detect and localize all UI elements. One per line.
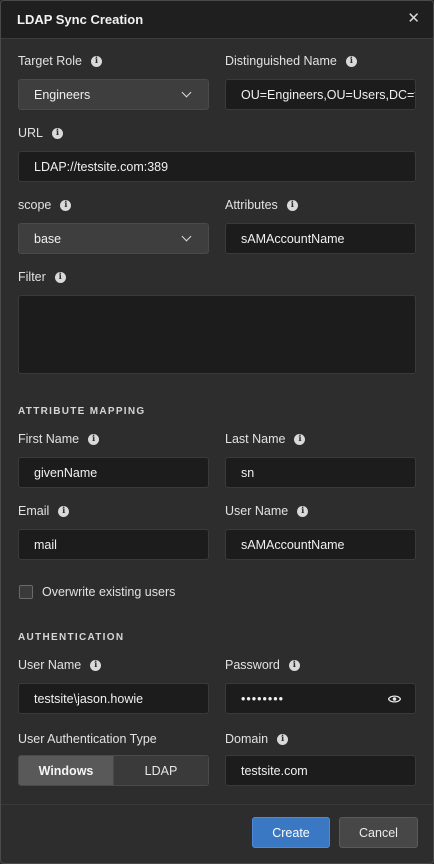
filter-label: Filter i	[18, 270, 66, 284]
eye-icon[interactable]	[388, 694, 401, 704]
footer-divider	[1, 804, 433, 805]
info-icon[interactable]: i	[277, 733, 289, 745]
mapping-user-name-input[interactable]: sAMAccountName	[225, 529, 416, 560]
distinguished-name-label: Distinguished Name i	[225, 54, 357, 68]
info-icon[interactable]: i	[286, 199, 298, 211]
attributes-label-text: Attributes	[225, 198, 278, 212]
distinguished-name-label-text: Distinguished Name	[225, 54, 337, 68]
scope-value: base	[34, 231, 62, 246]
info-icon[interactable]: i	[294, 433, 306, 445]
url-input[interactable]: LDAP://testsite.com:389	[18, 151, 416, 182]
email-input[interactable]: mail	[18, 529, 209, 560]
email-label-text: Email	[18, 504, 50, 518]
url-label-text: URL	[18, 126, 44, 140]
overwrite-row: Overwrite existing users	[19, 585, 175, 599]
filter-textarea[interactable]	[18, 295, 416, 374]
info-icon[interactable]: i	[52, 127, 64, 139]
attributes-input[interactable]: sAMAccountName	[225, 223, 416, 254]
last-name-input[interactable]: sn	[225, 457, 416, 488]
last-name-label: Last Name i	[225, 432, 306, 446]
url-label: URL i	[18, 126, 64, 140]
first-name-label-text: First Name	[18, 432, 80, 446]
info-icon[interactable]: i	[54, 271, 66, 283]
auth-type-label: User Authentication Type	[18, 732, 157, 746]
create-button[interactable]: Create	[252, 817, 330, 848]
last-name-label-text: Last Name	[225, 432, 286, 446]
info-icon[interactable]: i	[345, 55, 357, 67]
auth-user-name-input[interactable]: testsite\jason.howie	[18, 683, 209, 714]
auth-user-name-label-text: User Name	[18, 658, 82, 672]
cancel-button[interactable]: Cancel	[339, 817, 418, 848]
dialog-title: LDAP Sync Creation	[17, 12, 144, 27]
mapping-user-name-label: User Name i	[225, 504, 309, 518]
info-icon[interactable]: i	[90, 659, 102, 671]
domain-label-text: Domain	[225, 732, 269, 746]
first-name-label: First Name i	[18, 432, 100, 446]
info-icon[interactable]: i	[58, 505, 70, 517]
attribute-mapping-heading: ATTRIBUTE MAPPING	[18, 406, 146, 417]
info-icon[interactable]: i	[288, 659, 300, 671]
target-role-label-text: Target Role	[18, 54, 82, 68]
dialog-titlebar: LDAP Sync Creation ✕	[1, 1, 433, 39]
chevron-down-icon	[181, 87, 192, 98]
close-icon[interactable]: ✕	[407, 9, 420, 29]
password-label: Password i	[225, 658, 300, 672]
target-role-value: Engineers	[34, 87, 91, 102]
target-role-label: Target Role i	[18, 54, 102, 68]
overwrite-label: Overwrite existing users	[42, 585, 176, 599]
password-value: ••••••••	[241, 691, 285, 706]
ldap-sync-dialog: LDAP Sync Creation ✕ Target Role i Engin…	[0, 0, 434, 864]
attributes-label: Attributes i	[225, 198, 298, 212]
auth-type-segmented-control: Windows LDAP	[18, 755, 209, 786]
scope-label-text: scope	[18, 198, 52, 212]
auth-user-name-label: User Name i	[18, 658, 102, 672]
overwrite-checkbox[interactable]	[19, 585, 33, 599]
email-label: Email i	[18, 504, 70, 518]
authentication-heading: AUTHENTICATION	[18, 632, 125, 643]
info-icon[interactable]: i	[88, 433, 100, 445]
distinguished-name-input[interactable]: OU=Engineers,OU=Users,DC=testsite,DC=com	[225, 79, 416, 110]
info-icon[interactable]: i	[297, 505, 309, 517]
domain-label: Domain i	[225, 732, 289, 746]
first-name-input[interactable]: givenName	[18, 457, 209, 488]
info-icon[interactable]: i	[90, 55, 102, 67]
filter-label-text: Filter	[18, 270, 46, 284]
scope-select[interactable]: base	[18, 223, 209, 254]
mapping-user-name-label-text: User Name	[225, 504, 289, 518]
scope-label: scope i	[18, 198, 72, 212]
domain-input[interactable]: testsite.com	[225, 755, 416, 786]
auth-type-ldap[interactable]: LDAP	[113, 756, 208, 785]
password-label-text: Password	[225, 658, 280, 672]
auth-type-windows[interactable]: Windows	[19, 756, 113, 785]
target-role-select[interactable]: Engineers	[18, 79, 209, 110]
chevron-down-icon	[181, 231, 192, 242]
password-input[interactable]: ••••••••	[225, 683, 416, 714]
info-icon[interactable]: i	[60, 199, 72, 211]
